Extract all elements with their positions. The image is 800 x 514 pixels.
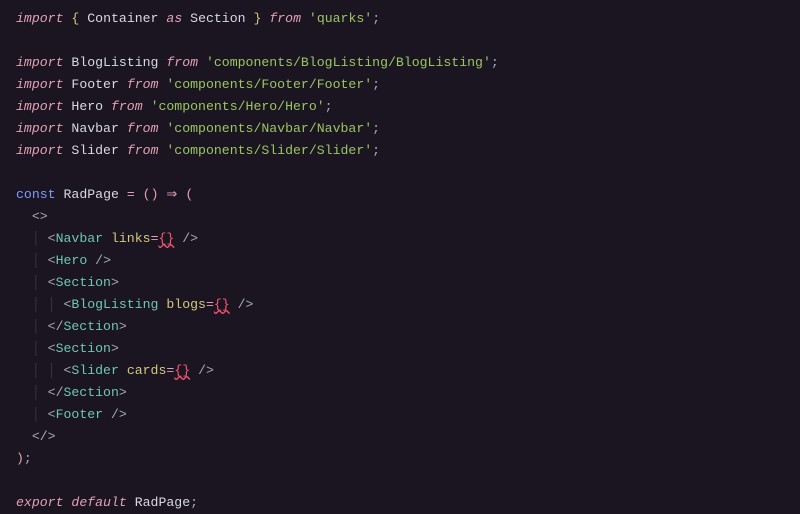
code-line: import Footer from 'components/Footer/Fo… [16, 77, 380, 92]
code-line: import BlogListing from 'components/Blog… [16, 55, 499, 70]
code-line: import Navbar from 'components/Navbar/Na… [16, 121, 380, 136]
code-line: │ </Section> [16, 319, 127, 334]
code-line: │ <Footer /> [16, 407, 127, 422]
lint-error-icon: {} [174, 363, 190, 378]
code-line: const RadPage = () ⇒ ( [16, 187, 193, 202]
code-line: import { Container as Section } from 'qu… [16, 11, 380, 26]
code-line: import Slider from 'components/Slider/Sl… [16, 143, 380, 158]
code-line: │ <Section> [16, 341, 119, 356]
code-line: │ │ <Slider cards={} /> [16, 363, 214, 378]
code-line: │ </Section> [16, 385, 127, 400]
lint-error-icon: {} [158, 231, 174, 246]
code-line: │ <Hero /> [16, 253, 111, 268]
code-line: │ │ <BlogListing blogs={} /> [16, 297, 253, 312]
lint-error-icon: {} [214, 297, 230, 312]
code-editor[interactable]: import { Container as Section } from 'qu… [0, 0, 800, 514]
code-line-cursor: export default RadPage; [16, 492, 784, 514]
code-line: ); [16, 451, 32, 466]
code-line: <> [16, 209, 48, 224]
keyword-import: import [16, 11, 63, 26]
code-line: │ <Section> [16, 275, 119, 290]
code-line: import Hero from 'components/Hero/Hero'; [16, 99, 333, 114]
code-line: </> [16, 429, 56, 444]
code-line: │ <Navbar links={} /> [16, 231, 198, 246]
